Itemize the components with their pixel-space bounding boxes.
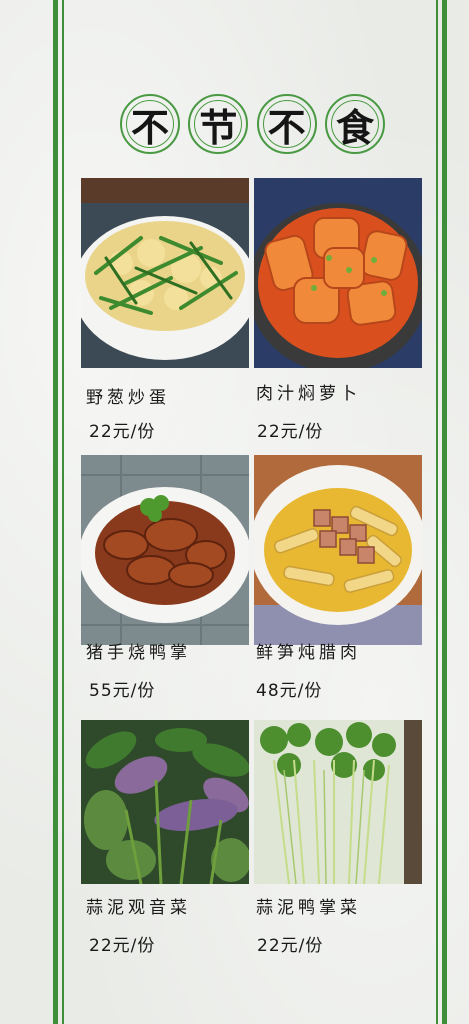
dish-photo-bamboo-cured-pork [254,455,422,645]
dish-price: 55元/份 [89,681,156,701]
dish-price: 22元/份 [257,936,324,956]
dish-name: 猪手烧鸭掌 [86,643,191,663]
dish-price: 48元/份 [256,681,323,701]
dish-photo-trotter-duck-feet [81,455,249,645]
dish-name: 野葱炒蛋 [86,388,170,408]
dish-name: 肉汁焖萝卜 [256,384,361,404]
dish-photo-braised-radish [254,178,422,368]
title-char: 食 [335,104,374,150]
title-seal: 食 [324,94,385,154]
dish-price: 22元/份 [89,422,156,442]
dish-photo-duck-foot-greens [254,720,422,884]
right-border-stripe-thin [436,0,438,1024]
dish-price: 22元/份 [257,422,324,442]
title-seal: 不 [120,94,180,154]
title-seal: 不 [256,94,317,154]
dish-photo-purple-greens [81,720,249,884]
dish-price: 22元/份 [89,936,156,956]
dish-photo-scallion-egg [81,178,249,368]
title-char: 节 [199,104,238,150]
right-border-stripe [442,0,447,1024]
title-char: 不 [267,104,306,150]
title-seal: 节 [188,94,249,154]
dish-name: 鲜笋炖腊肉 [256,643,361,663]
left-border-stripe [53,0,58,1024]
dish-name: 蒜泥鸭掌菜 [256,898,361,918]
menu-title: 不 节 不 食 [120,94,385,156]
left-border-stripe-thin [62,0,64,1024]
title-char: 不 [130,104,169,150]
dish-name: 蒜泥观音菜 [86,898,191,918]
